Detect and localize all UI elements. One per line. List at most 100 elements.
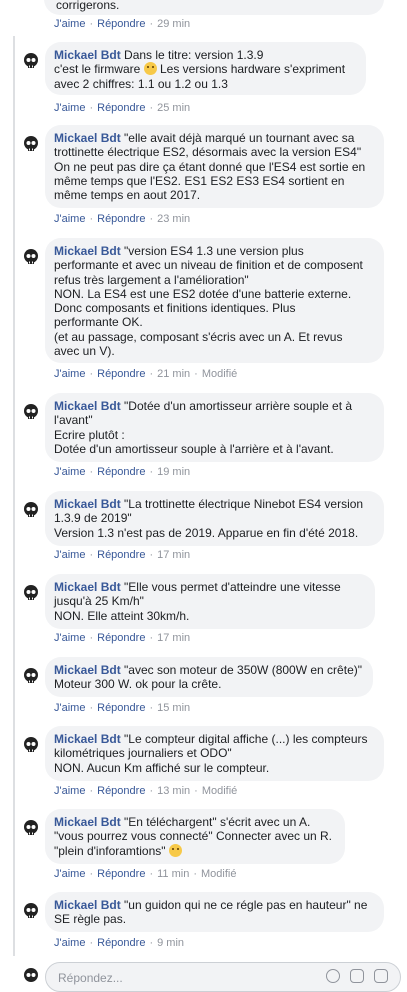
comment-author[interactable]: Mickael Bdt — [54, 131, 121, 145]
skull-avatar-icon[interactable] — [22, 501, 40, 519]
comment-actions: J'aime · Répondre · 13 min · Modifié — [54, 785, 238, 797]
comment-author[interactable]: Mickael Bdt — [54, 399, 121, 413]
comment-bubble: Mickael Bdt "version ES4 1.3 une version… — [45, 238, 384, 363]
reply-link[interactable]: Répondre — [97, 213, 145, 225]
comment-bubble: Mickael Bdt "La trottinette électrique N… — [45, 491, 384, 546]
comment-line: avec un V). — [54, 344, 115, 359]
comment-bubble: Mickael Bdt "Le compteur digital affiche… — [45, 726, 384, 781]
reply-link[interactable]: Répondre — [97, 549, 145, 561]
comment-line: c'est le firmware — [54, 62, 141, 77]
comment-line: Ecrire plutôt : — [54, 427, 125, 442]
timestamp: 9 min — [157, 937, 185, 949]
timestamp: 19 min — [157, 466, 191, 478]
skull-avatar-icon[interactable] — [22, 736, 40, 754]
comment-line: On ne peut pas dire ça étant donné que l… — [54, 159, 366, 174]
reply-link[interactable]: Répondre — [97, 702, 145, 714]
comment-line: refus très largement a l'amélioration" — [54, 272, 249, 287]
like-link[interactable]: J'aime — [54, 702, 85, 714]
like-link[interactable]: J'aime — [54, 466, 85, 478]
camera-icon[interactable] — [350, 969, 364, 983]
timestamp: 15 min — [157, 702, 191, 714]
like-link[interactable]: J'aime — [54, 102, 85, 114]
edited-label: Modifié — [201, 368, 238, 380]
reply-composer[interactable]: Répondez... — [45, 962, 401, 992]
reply-input[interactable]: Répondez... — [58, 971, 123, 985]
like-link[interactable]: J'aime — [54, 213, 85, 225]
reply-link[interactable]: Répondre — [97, 937, 145, 949]
comment-line: "Elle vous permet d'atteindre une vitess… — [124, 580, 341, 594]
comment-line: jusqu'à 25 Km/h" — [54, 594, 144, 609]
previous-comment-actions: J'aime · Répondre · 29 min — [54, 18, 191, 30]
thread-line — [13, 36, 15, 956]
comment-actions: J'aime · Répondre · 19 min — [54, 466, 191, 478]
emoji-icon[interactable] — [326, 969, 340, 983]
skull-avatar-icon[interactable] — [22, 584, 40, 602]
comment-line: "un guidon qui ne ce régle pas en hauteu… — [124, 898, 368, 912]
comment-line: Dans le titre: version 1.3.9 — [124, 48, 264, 62]
comment-line: Dotée d'un amortisseur souple à l'arrièr… — [54, 441, 334, 456]
reply-link[interactable]: Répondre — [97, 102, 145, 114]
like-link[interactable]: J'aime — [54, 18, 85, 30]
like-link[interactable]: J'aime — [54, 937, 85, 949]
comment-line: kilométriques journaliers et ODO" — [54, 746, 232, 761]
skull-avatar-icon[interactable] — [22, 667, 40, 685]
comment-line: (et au passage, composant s'écris avec u… — [54, 329, 343, 344]
comment-author[interactable]: Mickael Bdt — [54, 48, 121, 62]
skull-avatar-icon[interactable] — [22, 135, 40, 153]
comment-line: "En téléchargent" s'écrit avec un A. — [124, 815, 311, 829]
skull-avatar-icon[interactable] — [22, 819, 40, 837]
comment-actions: J'aime · Répondre · 23 min — [54, 213, 191, 225]
reply-link[interactable]: Répondre — [97, 785, 145, 797]
comment-line: "vous pourrez vous connecté" Connecter a… — [54, 829, 333, 844]
like-link[interactable]: J'aime — [54, 632, 85, 644]
edited-label: Modifié — [201, 868, 237, 880]
comment-bubble: Mickael Bdt "elle avait déjà marqué un t… — [45, 125, 384, 208]
smiley-emoji-icon — [143, 62, 157, 76]
comment-actions: J'aime · Répondre · 17 min — [54, 632, 191, 644]
comment-author[interactable]: Mickael Bdt — [54, 244, 121, 258]
reply-link[interactable]: Répondre — [97, 466, 145, 478]
timestamp: 21 min — [157, 368, 191, 380]
comment-line: "Dotée d'un amortisseur arrière souple e… — [124, 399, 353, 413]
comment-line: l'avant" — [54, 413, 93, 428]
reply-link[interactable]: Répondre — [97, 18, 145, 30]
comment-line: "avec son moteur de 350W (800W en crête)… — [124, 663, 362, 677]
comment-actions: J'aime · Répondre · 21 min · Modifié — [54, 368, 238, 380]
timestamp: 29 min — [157, 18, 191, 30]
reply-link[interactable]: Répondre — [97, 368, 145, 380]
like-link[interactable]: J'aime — [54, 368, 85, 380]
comment-line: "elle avait déjà marqué un tournant avec… — [124, 131, 355, 145]
comment-line: même temps en aout 2017. — [54, 188, 201, 203]
comment-line: avec 2 chiffres: 1.1 ou 1.2 ou 1.3 — [54, 76, 228, 91]
skull-avatar-icon[interactable] — [22, 52, 40, 70]
skull-avatar-icon[interactable] — [22, 248, 40, 266]
comment-line: NON. Aucun Km affiché sur le compteur. — [54, 760, 270, 775]
comment-line: Moteur 300 W. ok pour la crête. — [54, 677, 222, 692]
skull-avatar-icon — [24, 968, 38, 982]
comment-actions: J'aime · Répondre · 9 min — [54, 937, 185, 949]
timestamp: 13 min — [157, 785, 191, 797]
comment-actions: J'aime · Répondre · 11 min · Modifié — [54, 868, 237, 880]
timestamp: 17 min — [157, 549, 191, 561]
comment-author[interactable]: Mickael Bdt — [54, 732, 121, 746]
comment-line: NON. Elle atteint 30km/h. — [54, 608, 190, 623]
reply-link[interactable]: Répondre — [97, 868, 145, 880]
reply-link[interactable]: Répondre — [97, 632, 145, 644]
comment-author[interactable]: Mickael Bdt — [54, 663, 121, 677]
timestamp: 17 min — [157, 632, 191, 644]
skull-avatar-icon[interactable] — [22, 403, 40, 421]
skull-avatar-icon[interactable] — [22, 902, 40, 920]
comment-line: "Le compteur digital affiche (...) les c… — [124, 732, 368, 746]
like-link[interactable]: J'aime — [54, 785, 85, 797]
comment-bubble: Mickael Bdt "En téléchargent" s'écrit av… — [45, 809, 345, 864]
comment-author[interactable]: Mickael Bdt — [54, 815, 121, 829]
like-link[interactable]: J'aime — [54, 868, 85, 880]
comment-author[interactable]: Mickael Bdt — [54, 497, 121, 511]
comment-line: Les versions hardware s'expriment — [160, 62, 346, 77]
gif-icon[interactable] — [374, 969, 388, 983]
comment-bubble: Mickael Bdt "Elle vous permet d'atteindr… — [45, 574, 375, 629]
comment-author[interactable]: Mickael Bdt — [54, 580, 121, 594]
comment-line: Donc composants et finitions identiques.… — [54, 301, 296, 316]
comment-author[interactable]: Mickael Bdt — [54, 898, 121, 912]
like-link[interactable]: J'aime — [54, 549, 85, 561]
